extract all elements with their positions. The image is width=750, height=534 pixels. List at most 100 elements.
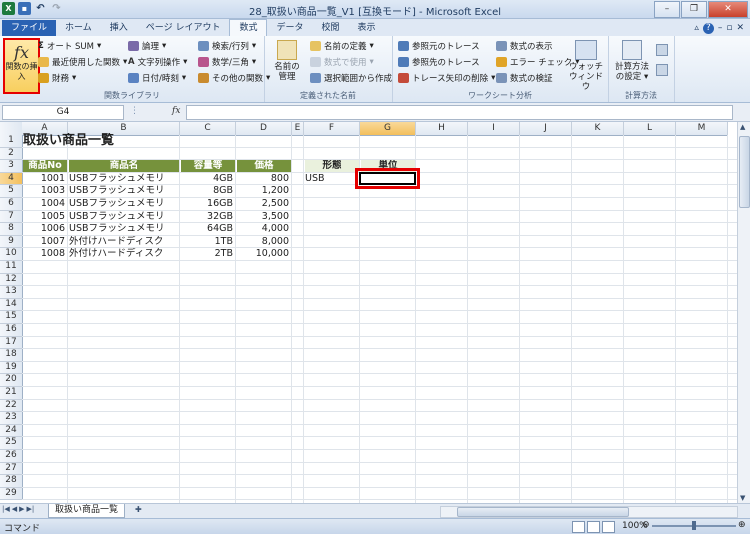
lookup-button[interactable]: 検索/行列 ▾: [198, 40, 256, 52]
evaluate-formula-button[interactable]: 数式の検証: [496, 72, 553, 84]
table-cell[interactable]: USBフラッシュメモリ: [69, 211, 179, 223]
row-header[interactable]: 21: [0, 387, 23, 400]
table-cell[interactable]: 1007: [23, 236, 67, 248]
row-header[interactable]: 8: [0, 223, 23, 236]
close-button[interactable]: ✕: [708, 1, 748, 18]
column-header[interactable]: F: [304, 122, 360, 136]
sheet-title[interactable]: 取扱い商品一覧: [23, 133, 235, 149]
datetime-button[interactable]: 日付/時刻 ▾: [128, 72, 186, 84]
page-break-view-icon[interactable]: [602, 521, 615, 533]
select-all-corner[interactable]: [0, 122, 23, 136]
table-header[interactable]: 商品No: [23, 160, 67, 173]
math-button[interactable]: 数学/三角 ▾: [198, 56, 256, 68]
vertical-scrollbar[interactable]: ▲ ▼: [737, 122, 750, 503]
tab-view[interactable]: 表示: [349, 20, 385, 36]
column-header[interactable]: M: [676, 122, 728, 136]
zoom-in-icon[interactable]: ⊕: [738, 520, 746, 530]
row-header[interactable]: 25: [0, 437, 23, 450]
worksheet-grid[interactable]: A B C D E F G H I J K L M 1 2 3 4 5 6 7 8 9 10 11 12 13 14 15 16 17 18…: [0, 122, 738, 503]
row-header[interactable]: 28: [0, 475, 23, 488]
scroll-up-icon[interactable]: ▲: [740, 123, 745, 131]
tab-data[interactable]: データ: [267, 20, 312, 36]
row-header[interactable]: 10: [0, 248, 23, 261]
horizontal-scroll-thumb[interactable]: [457, 507, 629, 517]
calculation-options-button[interactable]: 計算方法の設定 ▾: [612, 40, 652, 82]
zoom-out-icon[interactable]: ⊖: [642, 520, 650, 530]
calculate-sheet-icon[interactable]: [656, 64, 668, 76]
tab-home[interactable]: ホーム: [56, 20, 101, 36]
vertical-scroll-thumb[interactable]: [739, 136, 750, 208]
table-cell[interactable]: 10,000: [237, 248, 291, 260]
row-header[interactable]: 13: [0, 286, 23, 299]
column-header[interactable]: E: [292, 122, 304, 136]
more-functions-button[interactable]: その他の関数 ▾: [198, 72, 270, 84]
row-header[interactable]: 11: [0, 261, 23, 274]
table-cell[interactable]: 外付けハードディスク: [69, 236, 179, 248]
text-button[interactable]: A 文字列操作 ▾: [128, 56, 187, 68]
table-cell[interactable]: 1,200: [237, 185, 291, 197]
row-header[interactable]: 17: [0, 336, 23, 350]
table-header[interactable]: 商品名: [69, 160, 179, 173]
table-cell[interactable]: 1003: [23, 185, 67, 197]
table-cell[interactable]: 8GB: [181, 185, 235, 197]
table-cell[interactable]: 1004: [23, 198, 67, 210]
tab-page-layout[interactable]: ページ レイアウト: [137, 20, 230, 36]
tab-review[interactable]: 校閲: [312, 20, 348, 36]
lookup-value-cell[interactable]: USB: [305, 173, 359, 185]
column-header[interactable]: K: [572, 122, 624, 136]
insert-sheet-icon[interactable]: ✚: [135, 505, 149, 516]
logical-button[interactable]: 論理 ▾: [128, 40, 166, 52]
restore-button[interactable]: ❐: [681, 1, 707, 18]
table-cell[interactable]: 1006: [23, 223, 67, 235]
column-header[interactable]: J: [520, 122, 572, 136]
column-header[interactable]: H: [416, 122, 468, 136]
table-cell[interactable]: USBフラッシュメモリ: [69, 173, 179, 185]
row-header[interactable]: 23: [0, 412, 23, 425]
table-cell[interactable]: 3,500: [237, 211, 291, 223]
row-header[interactable]: 29: [0, 487, 23, 501]
calculate-now-icon[interactable]: [656, 44, 668, 56]
first-sheet-icon[interactable]: |◀: [2, 505, 10, 513]
financial-button[interactable]: 財務 ▾: [38, 72, 76, 84]
column-header[interactable]: I: [468, 122, 520, 136]
table-cell[interactable]: USBフラッシュメモリ: [69, 198, 179, 210]
workbook-minimize-icon[interactable]: –: [718, 23, 723, 33]
trace-precedents-button[interactable]: 参照元のトレース: [398, 40, 480, 52]
workbook-close-icon[interactable]: ✕: [736, 23, 744, 33]
help-icon[interactable]: ?: [702, 22, 714, 34]
table-cell[interactable]: 1001: [23, 173, 67, 185]
table-cell[interactable]: 1008: [23, 248, 67, 260]
row-header[interactable]: 1: [0, 135, 23, 148]
table-cell[interactable]: 4,000: [237, 223, 291, 235]
table-cell[interactable]: USBフラッシュメモリ: [69, 223, 179, 235]
name-box[interactable]: G4: [2, 105, 124, 120]
table-cell[interactable]: 1TB: [181, 236, 235, 248]
sheet-tab[interactable]: 取扱い商品一覧: [48, 504, 126, 518]
table-cell[interactable]: 800: [237, 173, 291, 185]
trace-dependents-button[interactable]: 参照先のトレース: [398, 56, 480, 68]
next-sheet-icon[interactable]: ▶: [19, 505, 24, 513]
horizontal-scrollbar[interactable]: [440, 506, 738, 518]
table-header[interactable]: 容量等: [181, 160, 235, 173]
error-checking-button[interactable]: エラー チェック ▾: [496, 56, 579, 68]
create-from-selection-button[interactable]: 選択範囲から作成: [310, 72, 392, 84]
table-cell[interactable]: 外付けハードディスク: [69, 248, 179, 260]
row-header[interactable]: 26: [0, 450, 23, 463]
table-cell[interactable]: USBフラッシュメモリ: [69, 185, 179, 197]
row-header[interactable]: 3: [0, 160, 23, 173]
row-header[interactable]: 15: [0, 311, 23, 324]
ribbon-minimize-icon[interactable]: ▵: [694, 23, 699, 33]
table-cell[interactable]: 16GB: [181, 198, 235, 210]
prev-sheet-icon[interactable]: ◀: [12, 505, 17, 513]
table-cell[interactable]: 2,500: [237, 198, 291, 210]
row-header[interactable]: 20: [0, 374, 23, 387]
remove-arrows-button[interactable]: トレース矢印の削除 ▾: [398, 72, 495, 84]
table-cell[interactable]: 1005: [23, 211, 67, 223]
workbook-restore-icon[interactable]: ▫: [726, 23, 732, 33]
column-header[interactable]: D: [236, 122, 292, 136]
insert-function-icon[interactable]: fx: [172, 106, 180, 116]
row-header[interactable]: 22: [0, 399, 23, 413]
watch-window-button[interactable]: ウォッチ ウィンドウ: [568, 40, 604, 92]
row-header[interactable]: 24: [0, 424, 23, 438]
table-cell[interactable]: 32GB: [181, 211, 235, 223]
